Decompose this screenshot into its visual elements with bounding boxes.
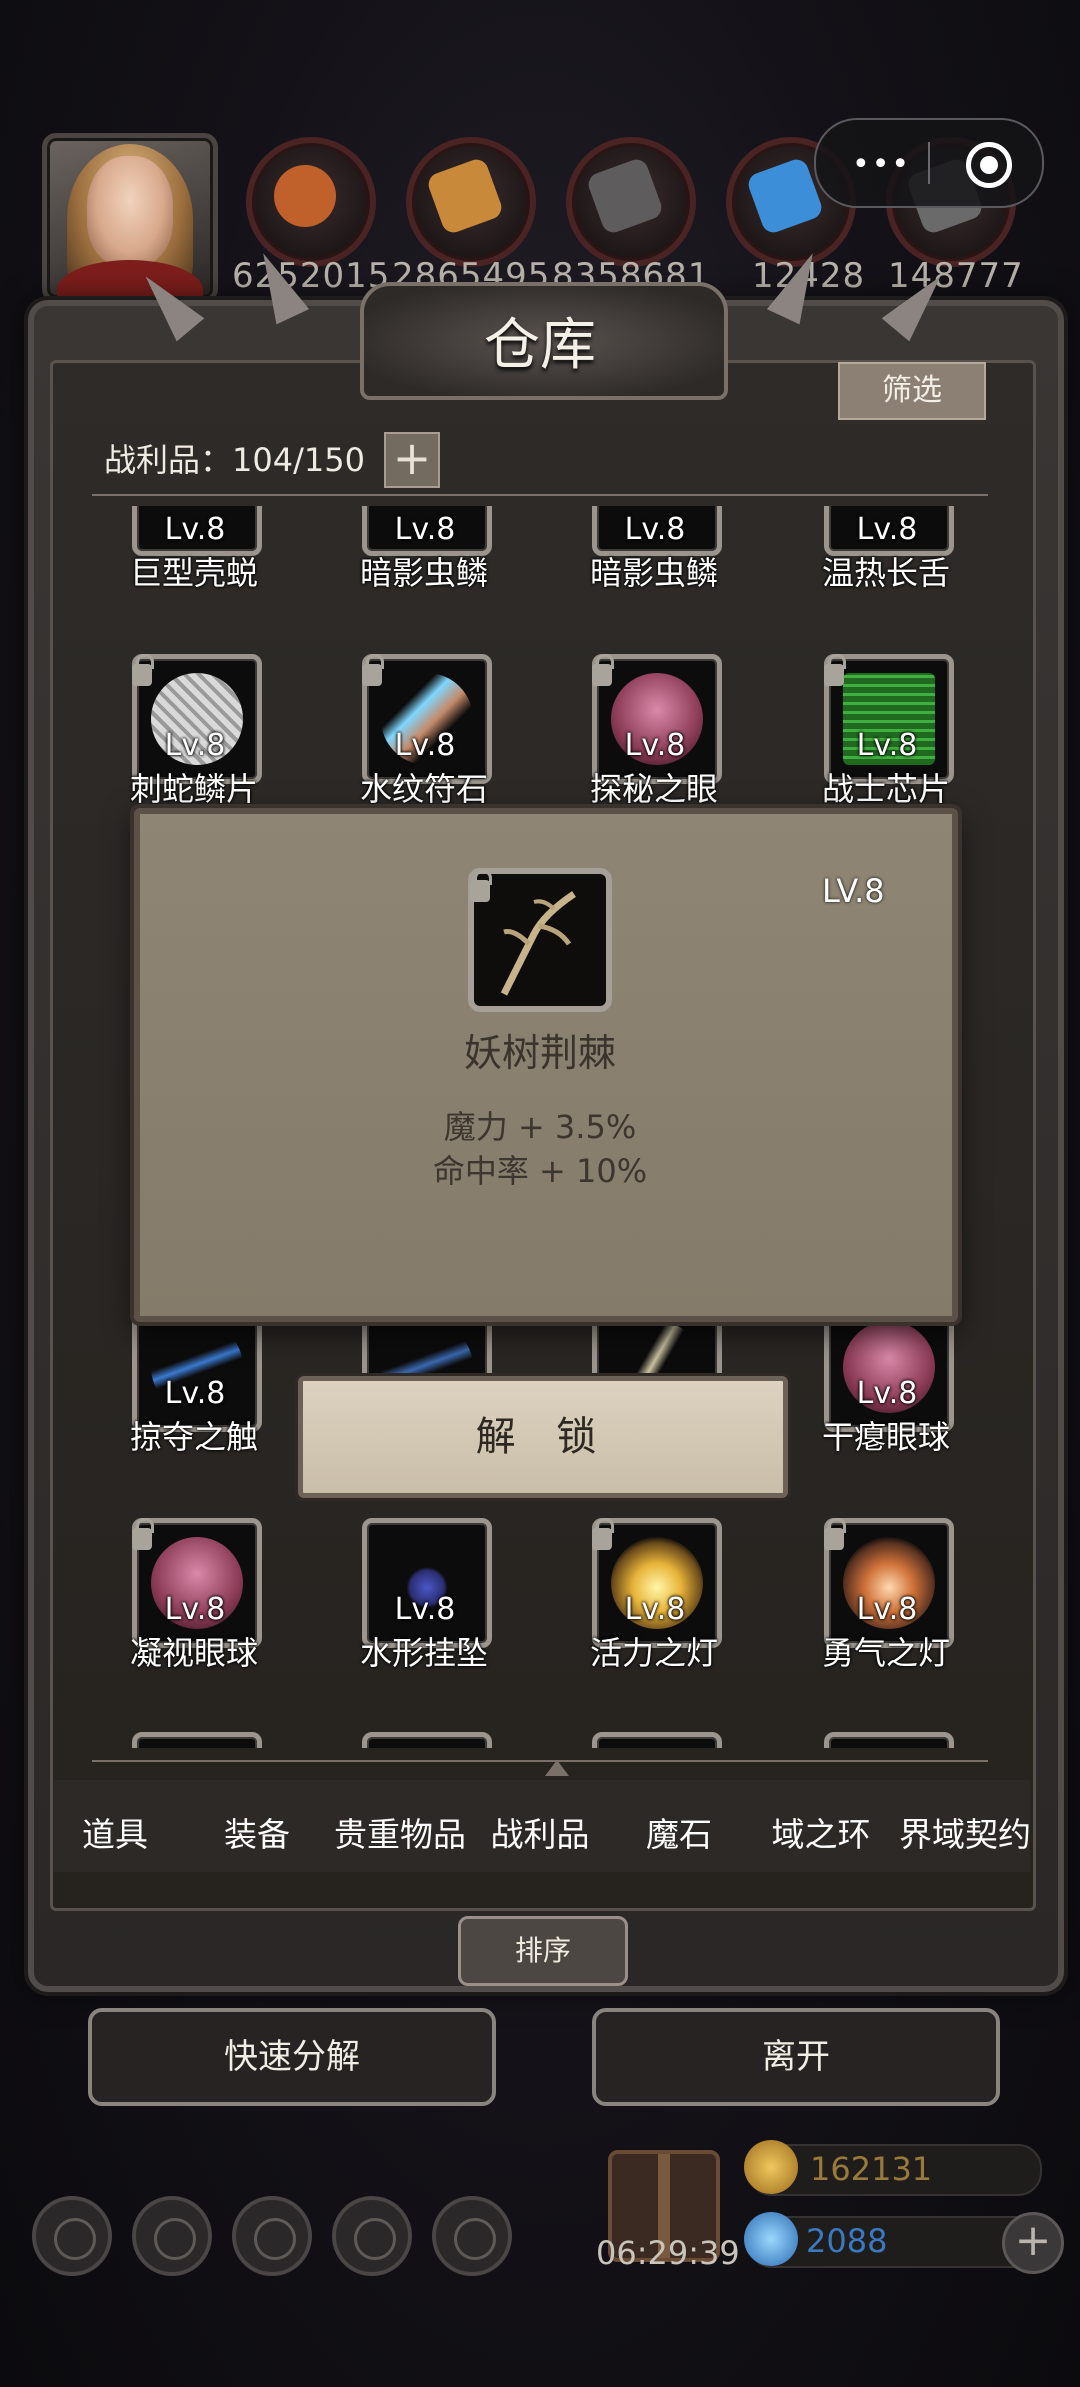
tab-domain-ring[interactable]: 域之环 <box>756 1808 886 1856</box>
lock-icon <box>132 654 154 686</box>
tab-valuables[interactable]: 贵重物品 <box>320 1808 480 1856</box>
unlock-button[interactable]: 解 锁 <box>298 1376 788 1498</box>
gem-amount: 2088 <box>806 2222 888 2260</box>
tab-loot[interactable]: 战利品 <box>482 1808 598 1856</box>
resource-iron-icon[interactable] <box>566 137 696 267</box>
item-name: 巨型壳蜕 <box>129 554 258 592</box>
item-level: Lv.8 <box>856 1592 918 1627</box>
tab-items[interactable]: 道具 <box>60 1808 170 1856</box>
item-name: 探秘之眼 <box>589 770 718 808</box>
item-level: Lv.8 <box>624 728 686 763</box>
lock-icon <box>470 870 492 902</box>
item-name: 活力之灯 <box>589 1634 718 1672</box>
sort-button[interactable]: 排序 <box>458 1916 628 1986</box>
popup-item-level: LV.8 <box>822 872 885 910</box>
item-cell[interactable] <box>132 1732 262 1748</box>
gem-icon <box>744 2212 798 2266</box>
item-name: 刺蛇鳞片 <box>129 770 258 808</box>
panel-title: 仓库 <box>484 313 596 378</box>
tab-magic-stones[interactable]: 魔石 <box>624 1808 734 1856</box>
item-level: Lv.8 <box>164 1592 226 1627</box>
mail-icon[interactable] <box>332 2196 412 2276</box>
tab-domain-contract[interactable]: 界域契约 <box>890 1808 1040 1856</box>
settings-gear-icon[interactable] <box>32 2196 112 2276</box>
item-level: Lv.8 <box>856 512 918 547</box>
item-name: 水形挂坠 <box>359 1634 488 1672</box>
item-level: Lv.8 <box>856 1376 918 1411</box>
item-level: Lv.8 <box>164 1376 226 1411</box>
item-name: 战士芯片 <box>821 770 950 808</box>
divider <box>92 1760 988 1762</box>
divider <box>92 494 988 496</box>
item-level: Lv.8 <box>624 512 686 547</box>
add-gems-button[interactable]: + <box>1002 2212 1064 2274</box>
popup-item-name: 妖树荆棘 <box>463 1031 616 1075</box>
gift-timer: 06:29:39 <box>596 2234 740 2272</box>
filter-button[interactable]: 筛选 <box>838 362 986 420</box>
guild-icon[interactable] <box>232 2196 312 2276</box>
resource-wood-icon[interactable] <box>406 137 536 267</box>
item-cell[interactable] <box>362 1732 492 1748</box>
achievement-star-icon[interactable] <box>132 2196 212 2276</box>
lock-icon <box>592 1518 614 1550</box>
item-level: Lv.8 <box>164 512 226 547</box>
expand-capacity-button[interactable]: + <box>384 432 440 488</box>
item-name: 温热长舌 <box>821 554 950 592</box>
grid-row-7 <box>0 1732 1080 1748</box>
item-name: 凝视眼球 <box>129 1634 258 1672</box>
active-tab-indicator <box>545 1760 569 1776</box>
lock-icon <box>132 1518 154 1550</box>
item-level: Lv.8 <box>856 728 918 763</box>
item-cell[interactable] <box>592 1732 722 1748</box>
popup-stat-magic: 魔力 + 3.5% <box>443 1108 637 1146</box>
gold-amount: 162131 <box>810 2150 933 2188</box>
player-avatar[interactable] <box>42 133 218 303</box>
thorn-branch-icon <box>500 891 576 996</box>
item-level: Lv.8 <box>394 728 456 763</box>
item-name: 水纹符石 <box>359 770 488 808</box>
item-name: 干瘪眼球 <box>821 1418 950 1456</box>
menu-icon[interactable] <box>432 2196 512 2276</box>
quick-decompose-button[interactable]: 快速分解 <box>88 2008 496 2106</box>
item-name: 暗影虫鳞 <box>359 554 488 592</box>
popup-stat-accuracy: 命中率 + 10% <box>432 1152 648 1190</box>
loot-capacity: 战利品：104/150 <box>104 441 365 479</box>
item-level: Lv.8 <box>394 512 456 547</box>
lock-icon <box>824 1518 846 1550</box>
lock-icon <box>824 654 846 686</box>
item-name: 暗影虫鳞 <box>589 554 718 592</box>
leave-button[interactable]: 离开 <box>592 2008 1000 2106</box>
item-name: 掠夺之触 <box>129 1418 258 1456</box>
item-cell[interactable] <box>824 1732 954 1748</box>
close-target-icon[interactable] <box>966 142 1012 188</box>
more-options-icon[interactable]: ••• <box>852 147 911 182</box>
lock-icon <box>362 654 384 686</box>
item-name: 勇气之灯 <box>821 1634 950 1672</box>
gold-coin-icon <box>744 2140 798 2194</box>
resource-ore-icon[interactable] <box>246 137 376 267</box>
lock-icon <box>592 654 614 686</box>
item-level: Lv.8 <box>164 728 226 763</box>
item-level: Lv.8 <box>624 1592 686 1627</box>
miniprogram-capsule[interactable]: ••• <box>814 118 1044 208</box>
tab-equipment[interactable]: 装备 <box>202 1808 312 1856</box>
item-level: Lv.8 <box>394 1592 456 1627</box>
